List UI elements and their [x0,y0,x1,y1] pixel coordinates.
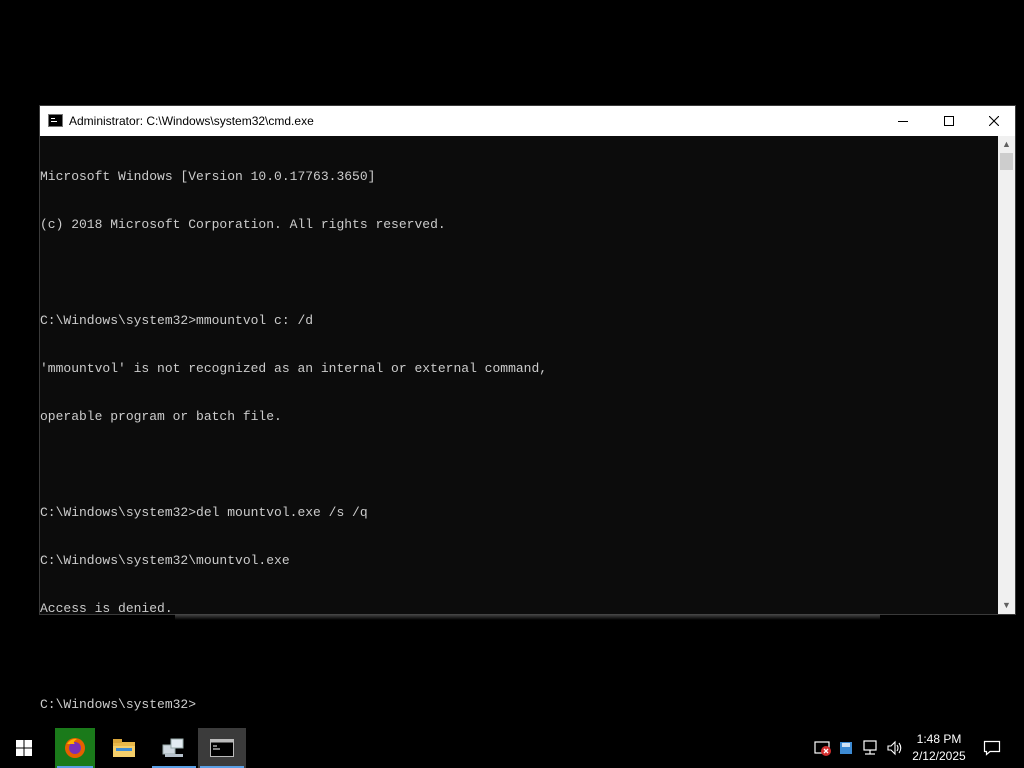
console-output[interactable]: Microsoft Windows [Version 10.0.17763.36… [40,136,999,712]
clock-date: 2/12/2025 [912,749,966,763]
console-line: (c) 2018 Microsoft Corporation. All righ… [40,217,446,232]
window-shadow [175,614,880,620]
firefox-icon [65,738,85,758]
volume-icon [887,740,902,756]
windows-logo-icon [16,740,32,756]
storage-tray[interactable] [836,728,856,768]
network-status-icon [863,740,877,755]
clock-time: 1:48 PM [916,732,962,746]
console-line: C:\Windows\system32>del mountvol.exe /s … [40,505,368,520]
storage-icon [840,742,852,754]
scroll-down-icon[interactable]: ▼ [998,597,1015,614]
close-icon [989,116,999,126]
minimize-icon [898,121,908,122]
maximize-button[interactable] [926,106,972,136]
console-line: operable program or batch file. [40,409,282,424]
vertical-scrollbar[interactable]: ▲ ▼ [998,136,1015,614]
command-prompt-icon [210,739,234,757]
notification-icon [983,740,1001,756]
volume-tray[interactable] [884,728,906,768]
console-line: Microsoft Windows [Version 10.0.17763.36… [40,169,376,184]
scroll-thumb[interactable] [1000,153,1013,170]
taskbar-firefox[interactable] [55,728,95,768]
network-icon [162,738,184,757]
taskbar-network[interactable] [150,728,198,768]
command-prompt-line[interactable]: C:\Windows\system32> [40,697,999,713]
minimize-button[interactable] [880,106,926,136]
taskbar-clock[interactable]: 1:48 PM 2/12/2025 [908,728,970,768]
notification-center-button[interactable] [978,728,1006,768]
window-title: Administrator: C:\Windows\system32\cmd.e… [69,114,314,128]
start-button[interactable] [0,728,48,768]
cmd-icon [48,114,63,127]
file-explorer-icon [113,739,135,757]
close-button[interactable] [971,106,1017,136]
taskbar-file-explorer[interactable] [100,728,148,768]
network-tray[interactable] [859,728,881,768]
taskbar-command-prompt[interactable] [198,728,246,768]
maximize-icon [944,116,954,126]
taskbar: 1:48 PM 2/12/2025 [0,728,1024,768]
cmd-window: Administrator: C:\Windows\system32\cmd.e… [39,105,1016,712]
console-line: C:\Windows\system32>mmountvol c: /d [40,313,314,328]
console-line: 'mmountvol' is not recognized as an inte… [40,361,548,376]
security-alert-icon [814,741,831,756]
scroll-up-icon[interactable]: ▲ [998,136,1015,153]
console-line: C:\Windows\system32\mountvol.exe [40,553,290,568]
title-bar[interactable]: Administrator: C:\Windows\system32\cmd.e… [40,106,1015,136]
security-tray[interactable] [812,728,834,768]
